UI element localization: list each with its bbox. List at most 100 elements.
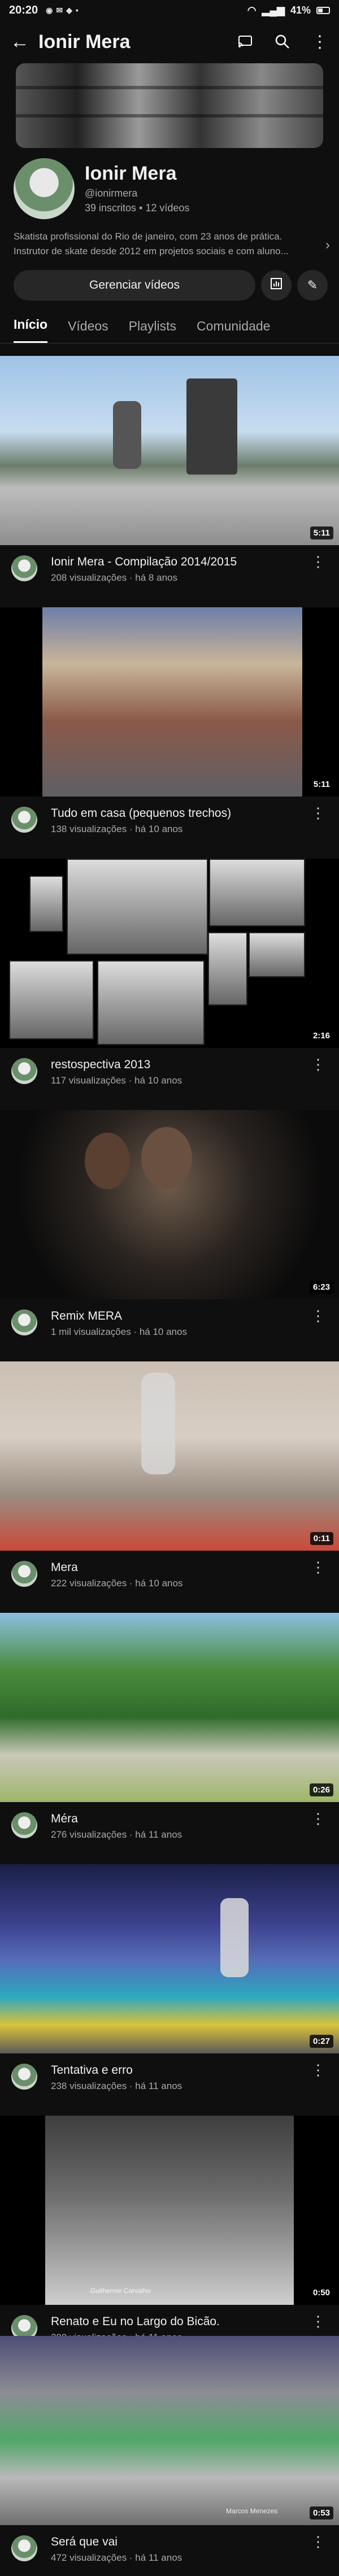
- video-thumbnail[interactable]: 5:11: [0, 607, 339, 797]
- video-item[interactable]: 0:11 Mera 222 visualizações · há 10 anos…: [0, 1361, 339, 1613]
- stats-icon: [270, 277, 282, 293]
- video-item[interactable]: 5:11 Tudo em casa (pequenos trechos) 138…: [0, 607, 339, 859]
- video-stats: 472 visualizações · há 11 anos: [51, 2552, 182, 2563]
- status-bar: 20:20 ◉ ✉ ◆ • ◠ ▂▄▆ 41%: [0, 0, 339, 20]
- tab-playlists[interactable]: Playlists: [129, 319, 176, 343]
- avatar[interactable]: [11, 555, 37, 581]
- video-meta: Méra 276 visualizações · há 11 anos ⋮: [0, 1802, 339, 1864]
- status-time: 20:20: [9, 3, 38, 16]
- video-duration: 0:26: [309, 1783, 333, 1796]
- video-duration: 0:11: [310, 1532, 333, 1545]
- edit-button[interactable]: ✎: [297, 270, 328, 301]
- video-stats: 1 mil visualizações · há 10 anos: [51, 1326, 187, 1337]
- avatar[interactable]: [11, 1309, 37, 1335]
- more-vert-icon[interactable]: ⋮: [311, 804, 325, 822]
- video-item[interactable]: 0:26 Méra 276 visualizações · há 11 anos…: [0, 1613, 339, 1864]
- video-title[interactable]: Mera: [51, 1561, 299, 1574]
- more-vert-icon[interactable]: ⋮: [311, 2533, 325, 2551]
- video-item[interactable]: 6:23 Remix MERA 1 mil visualizações · há…: [0, 1110, 339, 1361]
- channel-tabs: Início Vídeos Playlists Comunidade: [0, 310, 339, 343]
- video-thumbnail[interactable]: 2:16: [0, 859, 339, 1048]
- notification-icon: ✉: [56, 5, 63, 15]
- video-meta: restospectiva 2013 117 visualizações · h…: [0, 1048, 339, 1110]
- video-title[interactable]: Remix MERA: [51, 1309, 299, 1323]
- more-vert-icon[interactable]: ⋮: [311, 33, 329, 51]
- signal-icon: ▂▄▆: [262, 4, 285, 16]
- video-duration: 6:23: [309, 1281, 333, 1294]
- video-duration: 0:50: [309, 2286, 333, 2299]
- video-title[interactable]: Será que vai: [51, 2535, 299, 2549]
- more-vert-icon[interactable]: ⋮: [311, 1559, 325, 1576]
- video-stats: 238 visualizações · há 11 anos: [51, 2081, 182, 2091]
- battery-icon: [316, 6, 330, 14]
- video-title[interactable]: Tudo em casa (pequenos trechos): [51, 807, 299, 820]
- video-item[interactable]: Marcos Menezes 0:53 Será que vai 472 vis…: [0, 2336, 339, 2576]
- video-meta: Tudo em casa (pequenos trechos) 138 visu…: [0, 797, 339, 859]
- more-vert-icon[interactable]: ⋮: [311, 1056, 325, 1073]
- video-item[interactable]: Guilherme Carvalho 0:50 Renato e Eu no L…: [0, 2116, 339, 2367]
- more-vert-icon[interactable]: ⋮: [311, 1307, 325, 1325]
- video-thumbnail[interactable]: 5:11: [0, 356, 339, 545]
- avatar[interactable]: [11, 2064, 37, 2090]
- channel-avatar[interactable]: [14, 158, 75, 219]
- video-thumbnail[interactable]: 0:11: [0, 1361, 339, 1551]
- page-title: Ionir Mera: [38, 31, 131, 53]
- battery-level: 41%: [290, 4, 311, 16]
- video-title[interactable]: Tentativa e erro: [51, 2064, 299, 2077]
- video-thumbnail[interactable]: 0:26: [0, 1613, 339, 1802]
- video-meta: Remix MERA 1 mil visualizações · há 10 a…: [0, 1299, 339, 1361]
- channel-stats: 39 inscritos • 12 vídeos: [85, 202, 190, 214]
- video-item[interactable]: 5:11 Ionir Mera - Compilação 2014/2015 2…: [0, 356, 339, 607]
- tab-comunidade[interactable]: Comunidade: [197, 319, 270, 343]
- video-duration: 0:27: [309, 2035, 333, 2048]
- notification-icon: •: [75, 5, 79, 15]
- avatar[interactable]: [11, 1561, 37, 1587]
- video-thumbnail[interactable]: Guilherme Carvalho 0:50: [0, 2116, 339, 2305]
- video-meta: Tentativa e erro 238 visualizações · há …: [0, 2053, 339, 2116]
- video-stats: 276 visualizações · há 11 anos: [51, 1829, 182, 1840]
- video-duration: 0:53: [309, 2507, 333, 2520]
- tab-videos[interactable]: Vídeos: [68, 319, 108, 343]
- video-duration: 5:11: [310, 778, 333, 791]
- video-title[interactable]: Méra: [51, 1812, 299, 1826]
- video-meta: Mera 222 visualizações · há 10 anos ⋮: [0, 1551, 339, 1613]
- manage-videos-button[interactable]: Gerenciar vídeos: [14, 270, 255, 301]
- back-arrow-icon[interactable]: ←: [10, 31, 38, 53]
- avatar[interactable]: [11, 1058, 37, 1084]
- wifi-icon: ◠: [247, 4, 257, 16]
- video-stats: 117 visualizações · há 10 anos: [51, 1075, 182, 1086]
- channel-name: Ionir Mera: [85, 163, 177, 184]
- video-title[interactable]: Ionir Mera - Compilação 2014/2015: [51, 555, 299, 569]
- video-duration: 2:16: [309, 1029, 333, 1042]
- more-vert-icon[interactable]: ⋮: [311, 553, 325, 571]
- avatar[interactable]: [11, 2535, 37, 2561]
- video-item[interactable]: 2:16 restospectiva 2013 117 visualizaçõe…: [0, 859, 339, 1110]
- video-stats: 208 visualizações · há 8 anos: [51, 572, 177, 583]
- video-thumbnail[interactable]: 6:23: [0, 1110, 339, 1299]
- tab-inicio[interactable]: Início: [14, 317, 48, 343]
- chevron-right-icon[interactable]: ›: [325, 237, 330, 253]
- more-vert-icon[interactable]: ⋮: [311, 2061, 325, 2079]
- video-thumbnail[interactable]: 0:27: [0, 1864, 339, 2053]
- video-thumbnail[interactable]: Marcos Menezes 0:53: [0, 2336, 339, 2525]
- video-meta: Será que vai 472 visualizações · há 11 a…: [0, 2525, 339, 2576]
- more-vert-icon[interactable]: ⋮: [311, 2313, 325, 2330]
- notification-icon: ◆: [66, 5, 72, 15]
- video-title[interactable]: Renato e Eu no Largo do Bicão.: [51, 2315, 299, 2329]
- video-duration: 5:11: [310, 526, 333, 539]
- video-title[interactable]: restospectiva 2013: [51, 1058, 299, 1072]
- more-vert-icon[interactable]: ⋮: [311, 1810, 325, 1827]
- avatar[interactable]: [11, 807, 37, 833]
- video-item[interactable]: 0:27 Tentativa e erro 238 visualizações …: [0, 1864, 339, 2116]
- cast-icon[interactable]: [236, 33, 254, 51]
- pencil-icon: ✎: [307, 278, 318, 292]
- channel-banner: [16, 63, 323, 148]
- stats-button[interactable]: [261, 270, 292, 301]
- channel-description[interactable]: Skatista profissional do Rio de janeiro,…: [14, 229, 307, 259]
- watermark-text: Guilherme Carvalho: [90, 2287, 151, 2295]
- status-notification-icons: ◉ ✉ ◆ •: [46, 6, 79, 15]
- avatar[interactable]: [11, 1812, 37, 1838]
- search-icon[interactable]: [273, 33, 292, 51]
- video-meta: Ionir Mera - Compilação 2014/2015 208 vi…: [0, 545, 339, 607]
- top-app-bar: ← Ionir Mera ⋮: [0, 20, 339, 63]
